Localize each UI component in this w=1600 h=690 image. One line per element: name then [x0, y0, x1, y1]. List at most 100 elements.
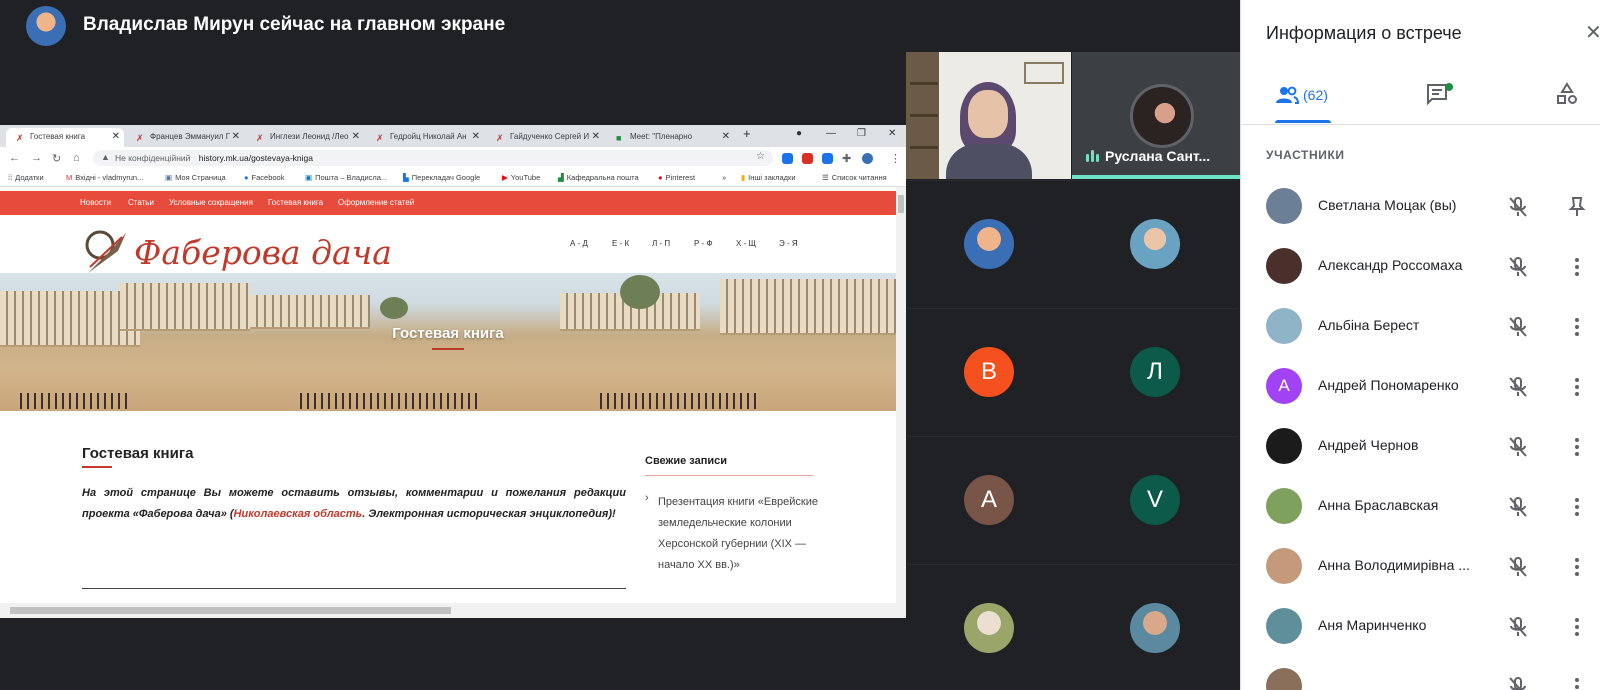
- bookmark-item[interactable]: ▶ YouTube: [502, 173, 540, 182]
- participant-row[interactable]: Андрей Чернов: [1241, 417, 1600, 477]
- browser-tab[interactable]: ■ Meet: "Пленарно ✕: [606, 128, 734, 147]
- reload-icon[interactable]: ↻: [52, 152, 61, 165]
- profile-menu-icon[interactable]: ●: [796, 128, 802, 139]
- minimize-icon[interactable]: —: [826, 128, 836, 139]
- meeting-info-panel: Информация о встрече ✕ (62) УЧАСТНИКИ С: [1240, 0, 1600, 690]
- bookmark-item[interactable]: ⁞⁞ Додатки: [8, 173, 44, 182]
- nav-link[interactable]: Гостевая книга: [268, 198, 323, 207]
- alpha-nav-item[interactable]: Р - Ф: [694, 239, 713, 248]
- bookmark-item[interactable]: ▟ Кафедральна пошта: [558, 173, 639, 182]
- close-tab-icon[interactable]: ✕: [592, 131, 600, 142]
- tab-people[interactable]: (62): [1275, 80, 1335, 124]
- horizontal-scrollbar[interactable]: [0, 603, 906, 618]
- forward-icon[interactable]: →: [31, 152, 42, 164]
- participant-row[interactable]: Светлана Моцак (вы): [1241, 177, 1600, 237]
- participant-video-tile[interactable]: [906, 52, 1071, 179]
- recent-post-link[interactable]: Презентация книги «Еврейские земледельче…: [658, 492, 818, 576]
- more-options-icon[interactable]: [1565, 495, 1589, 519]
- quill-logo-icon: [85, 230, 126, 273]
- hero-banner: Гостевая книга: [0, 273, 896, 411]
- participant-avatar: [1266, 308, 1302, 344]
- url-bar[interactable]: ▲ Не конфіденційний history.mk.ua/gostev…: [93, 150, 773, 166]
- bookmark-star-icon[interactable]: ☆: [756, 151, 765, 162]
- browser-tab[interactable]: ✗ Гедройц Николай Ан ✕: [366, 128, 484, 147]
- participant-tile[interactable]: А: [906, 436, 1072, 562]
- more-options-icon[interactable]: [1565, 675, 1589, 690]
- presenter-avatar: [26, 6, 66, 46]
- more-bookmarks-button[interactable]: »: [722, 173, 726, 182]
- participant-row[interactable]: Альбіна Берест: [1241, 297, 1600, 357]
- maximize-icon[interactable]: ❐: [857, 128, 866, 139]
- tab-activities[interactable]: [1555, 80, 1585, 124]
- participant-tile[interactable]: [1072, 564, 1238, 690]
- close-tab-icon[interactable]: ✕: [722, 131, 730, 142]
- bookmark-item[interactable]: ● Facebook: [244, 173, 284, 182]
- bookmark-folder[interactable]: ▮ Інші закладки: [741, 173, 796, 182]
- bookmark-item[interactable]: ▣ Пошта – Владисла...: [305, 173, 387, 182]
- close-tab-icon[interactable]: ✕: [232, 131, 240, 142]
- more-options-icon[interactable]: [1565, 435, 1589, 459]
- close-tab-icon[interactable]: ✕: [352, 131, 360, 142]
- participant-name: Андрей Пономаренко: [1318, 377, 1459, 393]
- more-options-icon[interactable]: [1565, 255, 1589, 279]
- more-options-icon[interactable]: [1565, 615, 1589, 639]
- participant-row[interactable]: А Андрей Пономаренко: [1241, 357, 1600, 417]
- close-icon[interactable]: ✕: [1585, 20, 1600, 45]
- bookmark-item[interactable]: M Вхідні - vladmyrun...: [66, 173, 143, 182]
- sidebar-title: Свежие записи: [645, 455, 727, 467]
- close-tab-icon[interactable]: ✕: [112, 131, 120, 142]
- browser-tab[interactable]: ✗ Гостевая книга ✕: [6, 128, 124, 147]
- tab-divider: [1241, 124, 1600, 125]
- home-icon[interactable]: ⌂: [73, 152, 80, 164]
- extension-icon[interactable]: [822, 153, 833, 164]
- browser-menu-icon[interactable]: ⋮: [890, 152, 901, 165]
- alpha-nav-item[interactable]: Е - К: [612, 239, 629, 248]
- participant-row[interactable]: Аня Маринченко: [1241, 597, 1600, 657]
- bookmark-item[interactable]: ▙ Перекладач Google: [403, 173, 480, 182]
- participant-tile[interactable]: [906, 180, 1072, 306]
- wall-frame: [1024, 62, 1064, 84]
- new-tab-button[interactable]: +: [743, 126, 751, 141]
- browser-tab[interactable]: ✗ Францев Эммануил Г ✕: [126, 128, 244, 147]
- close-window-icon[interactable]: ✕: [888, 128, 896, 139]
- back-icon[interactable]: ←: [9, 152, 20, 164]
- more-options-icon[interactable]: [1565, 315, 1589, 339]
- bookmark-item[interactable]: ▣ Моя Страница: [165, 173, 226, 182]
- participant-row[interactable]: [1241, 657, 1600, 690]
- apps-icon: ⁞⁞: [8, 173, 13, 182]
- nav-link[interactable]: Условные сокращения: [169, 198, 253, 207]
- participant-tile[interactable]: [906, 564, 1072, 690]
- extension-icon[interactable]: [802, 153, 813, 164]
- reading-list-button[interactable]: ☰ Список читання: [822, 173, 887, 182]
- profile-avatar-icon[interactable]: [862, 153, 873, 164]
- alpha-nav-item[interactable]: Л - П: [652, 239, 670, 248]
- alpha-nav-item[interactable]: Х - Щ: [736, 239, 756, 248]
- bookmark-item[interactable]: ● Pinterest: [658, 173, 695, 182]
- vertical-scrollbar[interactable]: [896, 187, 906, 603]
- more-options-icon[interactable]: [1565, 555, 1589, 579]
- participant-row[interactable]: Александр Россомаха: [1241, 237, 1600, 297]
- scroll-thumb[interactable]: [10, 607, 451, 614]
- extensions-puzzle-icon[interactable]: ✚: [842, 152, 851, 165]
- participant-row[interactable]: Анна Володимирівна ...: [1241, 537, 1600, 597]
- alpha-nav-item[interactable]: А - Д: [570, 239, 588, 248]
- nav-link[interactable]: Оформление статей: [338, 198, 414, 207]
- region-link[interactable]: Николаевская область: [234, 508, 363, 520]
- participant-tile[interactable]: [1072, 180, 1238, 306]
- active-tab-indicator: [1275, 120, 1331, 123]
- browser-tab[interactable]: ✗ Инглези Леонид /Лео ✕: [246, 128, 364, 147]
- close-tab-icon[interactable]: ✕: [472, 131, 480, 142]
- participant-tile[interactable]: В: [906, 308, 1072, 434]
- alpha-nav-item[interactable]: Э - Я: [779, 239, 798, 248]
- site-favicon-icon: ✗: [256, 133, 264, 143]
- browser-tab[interactable]: ✗ Гайдученко Сергей И ✕: [486, 128, 604, 147]
- nav-link[interactable]: Статьи: [128, 198, 154, 207]
- extension-icon[interactable]: [782, 153, 793, 164]
- scroll-thumb[interactable]: [898, 195, 904, 213]
- more-options-icon[interactable]: [1565, 375, 1589, 399]
- pin-icon[interactable]: [1565, 195, 1589, 219]
- nav-link[interactable]: Новости: [80, 198, 111, 207]
- participant-row[interactable]: Анна Браславская: [1241, 477, 1600, 537]
- participant-tile[interactable]: V: [1072, 436, 1238, 562]
- participant-tile[interactable]: Л: [1072, 308, 1238, 434]
